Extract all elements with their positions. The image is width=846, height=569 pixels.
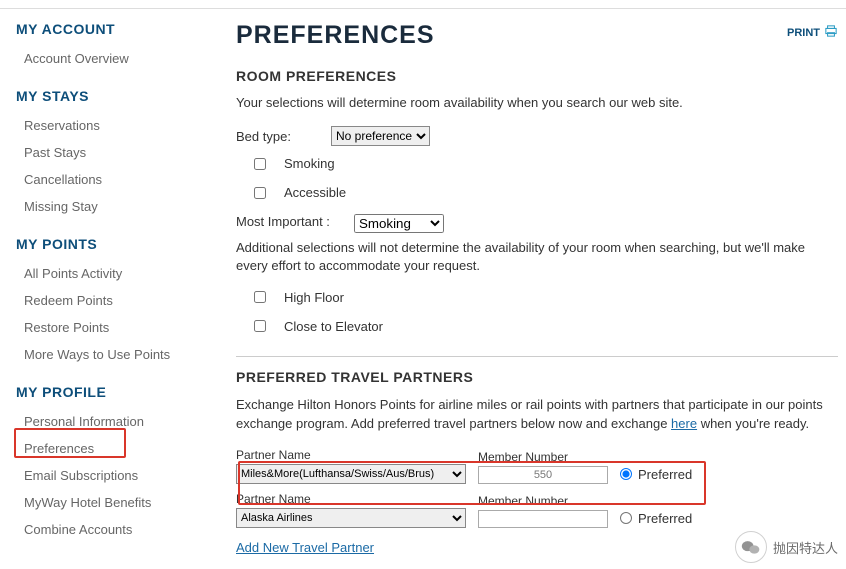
partner-name-select-1[interactable]: Alaska Airlines xyxy=(236,508,466,528)
exchange-here-link[interactable]: here xyxy=(671,416,697,431)
member-number-input-1[interactable] xyxy=(478,510,608,528)
close-elevator-label: Close to Elevator xyxy=(284,319,383,334)
sidebar-item-reservations[interactable]: Reservations xyxy=(16,112,216,139)
sidebar: MY ACCOUNT Account Overview MY STAYS Res… xyxy=(16,21,216,559)
sidebar-item-email-subs[interactable]: Email Subscriptions xyxy=(16,462,216,489)
bed-type-select[interactable]: No preference xyxy=(331,126,430,146)
print-label: PRINT xyxy=(787,27,820,39)
additional-note: Additional selections will not determine… xyxy=(236,239,838,275)
nav-header-stays: MY STAYS xyxy=(16,88,216,104)
main-content: PRINT PREFERENCES ROOM PREFERENCES Your … xyxy=(216,21,838,559)
sidebar-item-cancellations[interactable]: Cancellations xyxy=(16,166,216,193)
watermark-text: 抛因特达人 xyxy=(773,538,838,557)
preferred-label: Preferred xyxy=(638,467,692,482)
sidebar-item-past-stays[interactable]: Past Stays xyxy=(16,139,216,166)
partner-row: Partner Name Alaska Airlines Member Numb… xyxy=(236,492,838,528)
sidebar-item-account-overview[interactable]: Account Overview xyxy=(16,45,216,72)
nav-header-profile: MY PROFILE xyxy=(16,384,216,400)
member-number-input-0[interactable] xyxy=(478,466,608,484)
member-number-label: Member Number xyxy=(478,494,608,508)
preferred-radio-1[interactable] xyxy=(620,512,632,524)
partner-name-label: Partner Name xyxy=(236,448,466,462)
watermark: 抛因特达人 xyxy=(735,531,838,563)
sidebar-item-preferences[interactable]: Preferences xyxy=(16,435,216,462)
sidebar-item-more-ways[interactable]: More Ways to Use Points xyxy=(16,341,216,368)
sidebar-item-restore-points[interactable]: Restore Points xyxy=(16,314,216,341)
sidebar-item-personal-info[interactable]: Personal Information xyxy=(16,408,216,435)
wechat-icon xyxy=(735,531,767,563)
sidebar-item-redeem-points[interactable]: Redeem Points xyxy=(16,287,216,314)
room-prefs-heading: ROOM PREFERENCES xyxy=(236,68,838,84)
partners-desc: Exchange Hilton Honors Points for airlin… xyxy=(236,395,838,434)
smoking-label: Smoking xyxy=(284,156,335,171)
partner-row: Partner Name Miles&More(Lufthansa/Swiss/… xyxy=(236,448,838,484)
high-floor-checkbox[interactable] xyxy=(254,291,266,303)
nav-header-points: MY POINTS xyxy=(16,236,216,252)
preferred-radio-0[interactable] xyxy=(620,468,632,480)
sidebar-item-combine[interactable]: Combine Accounts xyxy=(16,516,216,543)
print-icon xyxy=(824,25,838,40)
smoking-checkbox[interactable] xyxy=(254,158,266,170)
print-button[interactable]: PRINT xyxy=(787,25,838,40)
close-elevator-checkbox[interactable] xyxy=(254,320,266,332)
accessible-label: Accessible xyxy=(284,185,346,200)
bed-type-label: Bed type: xyxy=(236,129,331,144)
sidebar-item-myway[interactable]: MyWay Hotel Benefits xyxy=(16,489,216,516)
member-number-label: Member Number xyxy=(478,450,608,464)
page-title: PREFERENCES xyxy=(236,21,838,50)
sidebar-item-all-points[interactable]: All Points Activity xyxy=(16,260,216,287)
preferred-label: Preferred xyxy=(638,511,692,526)
room-prefs-intro: Your selections will determine room avai… xyxy=(236,94,838,112)
partner-name-label: Partner Name xyxy=(236,492,466,506)
add-partner-link[interactable]: Add New Travel Partner xyxy=(236,540,374,555)
most-important-select[interactable]: Smoking xyxy=(354,214,444,233)
high-floor-label: High Floor xyxy=(284,290,344,305)
most-important-label: Most Important : xyxy=(236,214,354,229)
partner-name-select-0[interactable]: Miles&More(Lufthansa/Swiss/Aus/Brus) xyxy=(236,464,466,484)
partners-heading: PREFERRED TRAVEL PARTNERS xyxy=(236,369,838,385)
sidebar-item-missing-stay[interactable]: Missing Stay xyxy=(16,193,216,220)
accessible-checkbox[interactable] xyxy=(254,187,266,199)
nav-header-account: MY ACCOUNT xyxy=(16,21,216,37)
